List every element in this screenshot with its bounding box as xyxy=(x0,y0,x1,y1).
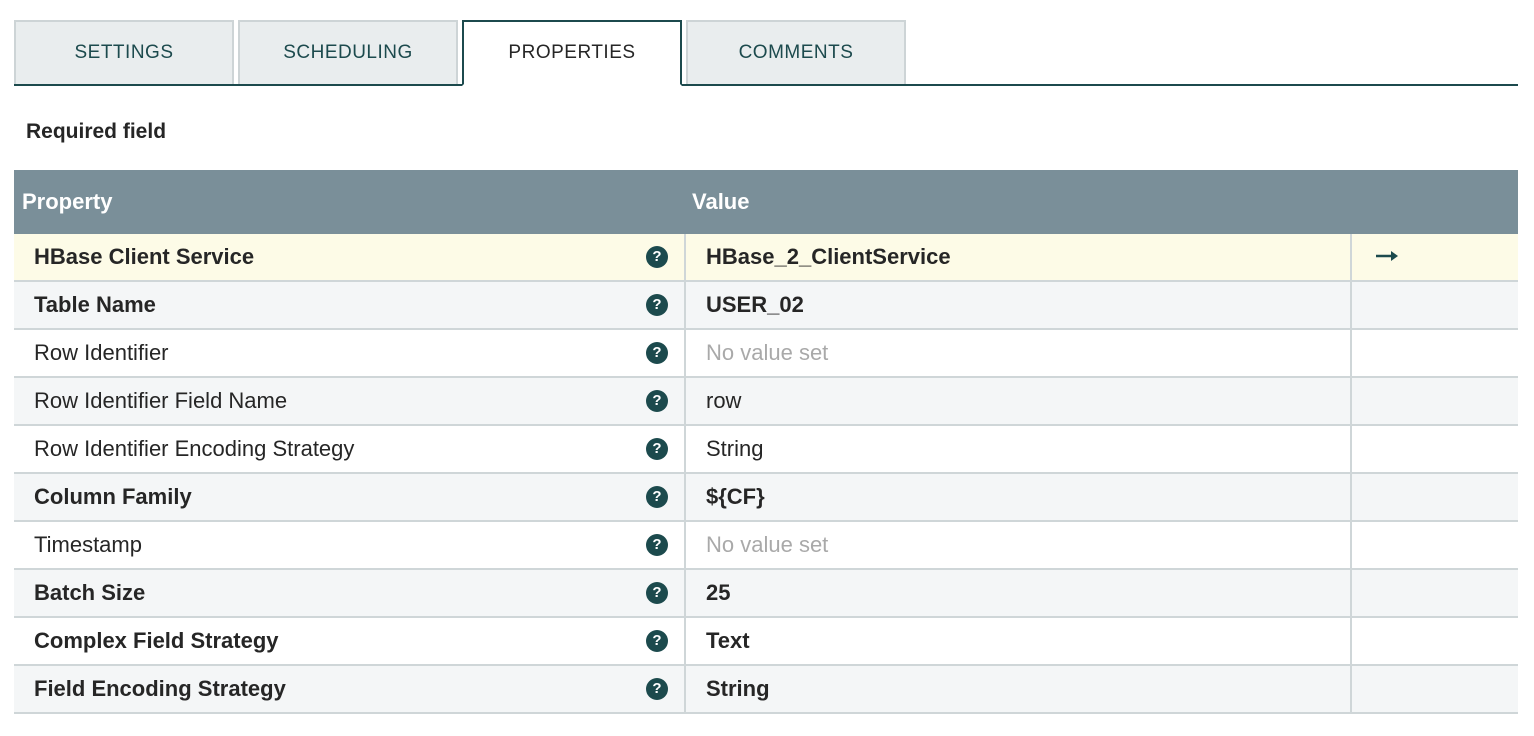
action-cell xyxy=(1352,378,1518,424)
value-cell[interactable]: USER_02 xyxy=(686,282,1352,328)
action-cell xyxy=(1352,666,1518,712)
property-cell: Batch Size? xyxy=(14,570,686,616)
properties-table: Property Value HBase Client Service? HBas… xyxy=(14,170,1518,714)
property-cell: Complex Field Strategy? xyxy=(14,618,686,664)
table-row[interactable]: Row Identifier Encoding Strategy? String xyxy=(14,426,1518,474)
action-cell xyxy=(1352,330,1518,376)
question-circle-icon[interactable]: ? xyxy=(646,678,668,700)
property-cell: Timestamp? xyxy=(14,522,686,568)
tab-bar: SETTINGS SCHEDULING PROPERTIES COMMENTS xyxy=(14,20,1518,86)
action-cell xyxy=(1352,474,1518,520)
property-cell: HBase Client Service? xyxy=(14,234,686,280)
table-row[interactable]: Complex Field Strategy? Text xyxy=(14,618,1518,666)
action-cell xyxy=(1352,522,1518,568)
table-row[interactable]: Timestamp? No value set xyxy=(14,522,1518,570)
property-cell: Field Encoding Strategy? xyxy=(14,666,686,712)
question-circle-icon[interactable]: ? xyxy=(646,294,668,316)
value-cell[interactable]: String xyxy=(686,426,1352,472)
action-cell xyxy=(1352,426,1518,472)
property-value: 25 xyxy=(706,580,731,605)
table-row[interactable]: Row Identifier? No value set xyxy=(14,330,1518,378)
value-cell[interactable]: ${CF} xyxy=(686,474,1352,520)
property-name: HBase Client Service xyxy=(34,244,255,269)
table-row[interactable]: Row Identifier Field Name? row xyxy=(14,378,1518,426)
property-value: ${CF} xyxy=(706,484,765,509)
table-row[interactable]: Batch Size? 25 xyxy=(14,570,1518,618)
table-body: HBase Client Service? HBase_2_ClientServi… xyxy=(14,234,1518,714)
property-cell: Row Identifier? xyxy=(14,330,686,376)
tab-scheduling[interactable]: SCHEDULING xyxy=(238,20,458,84)
property-name: Row Identifier xyxy=(34,340,169,365)
property-value-unset: No value set xyxy=(706,340,829,365)
action-cell xyxy=(1352,570,1518,616)
property-value: Text xyxy=(706,628,750,653)
tab-properties[interactable]: PROPERTIES xyxy=(462,20,682,86)
question-circle-icon[interactable]: ? xyxy=(646,342,668,364)
value-cell[interactable]: 25 xyxy=(686,570,1352,616)
property-name: Row Identifier Field Name xyxy=(34,388,288,413)
value-cell[interactable]: Text xyxy=(686,618,1352,664)
property-value: USER_02 xyxy=(706,292,804,317)
column-header-value[interactable]: Value xyxy=(692,170,749,234)
property-name: Complex Field Strategy xyxy=(34,628,279,653)
property-name: Row Identifier Encoding Strategy xyxy=(34,436,355,461)
action-cell xyxy=(1352,234,1518,280)
property-name: Timestamp xyxy=(34,532,142,557)
value-cell[interactable]: row xyxy=(686,378,1352,424)
value-cell[interactable]: No value set xyxy=(686,330,1352,376)
question-circle-icon[interactable]: ? xyxy=(646,438,668,460)
table-row[interactable]: Table Name? USER_02 xyxy=(14,282,1518,330)
action-cell xyxy=(1352,618,1518,664)
property-value: row xyxy=(706,388,742,413)
question-circle-icon[interactable]: ? xyxy=(646,390,668,412)
question-circle-icon[interactable]: ? xyxy=(646,246,668,268)
arrow-right-icon[interactable] xyxy=(1374,245,1400,267)
property-name: Table Name xyxy=(34,292,156,317)
property-value: String xyxy=(706,436,764,461)
property-value-unset: No value set xyxy=(706,532,829,557)
column-header-property[interactable]: Property xyxy=(22,170,112,234)
table-row[interactable]: Column Family? ${CF} xyxy=(14,474,1518,522)
question-circle-icon[interactable]: ? xyxy=(646,534,668,556)
property-cell: Row Identifier Encoding Strategy? xyxy=(14,426,686,472)
property-value: String xyxy=(706,676,770,701)
tab-settings[interactable]: SETTINGS xyxy=(14,20,234,84)
property-name: Column Family xyxy=(34,484,192,509)
tab-comments[interactable]: COMMENTS xyxy=(686,20,906,84)
question-circle-icon[interactable]: ? xyxy=(646,582,668,604)
required-field-label: Required field xyxy=(26,120,167,143)
property-value: HBase_2_ClientService xyxy=(706,244,951,269)
table-header: Property Value xyxy=(14,170,1518,234)
property-cell: Column Family? xyxy=(14,474,686,520)
value-cell[interactable]: String xyxy=(686,666,1352,712)
property-cell: Row Identifier Field Name? xyxy=(14,378,686,424)
property-cell: Table Name? xyxy=(14,282,686,328)
value-cell[interactable]: HBase_2_ClientService xyxy=(686,234,1352,280)
property-name: Batch Size xyxy=(34,580,146,605)
action-cell xyxy=(1352,282,1518,328)
question-circle-icon[interactable]: ? xyxy=(646,630,668,652)
value-cell[interactable]: No value set xyxy=(686,522,1352,568)
table-row[interactable]: HBase Client Service? HBase_2_ClientServi… xyxy=(14,234,1518,282)
question-circle-icon[interactable]: ? xyxy=(646,486,668,508)
table-row[interactable]: Field Encoding Strategy? String xyxy=(14,666,1518,714)
property-name: Field Encoding Strategy xyxy=(34,676,286,701)
